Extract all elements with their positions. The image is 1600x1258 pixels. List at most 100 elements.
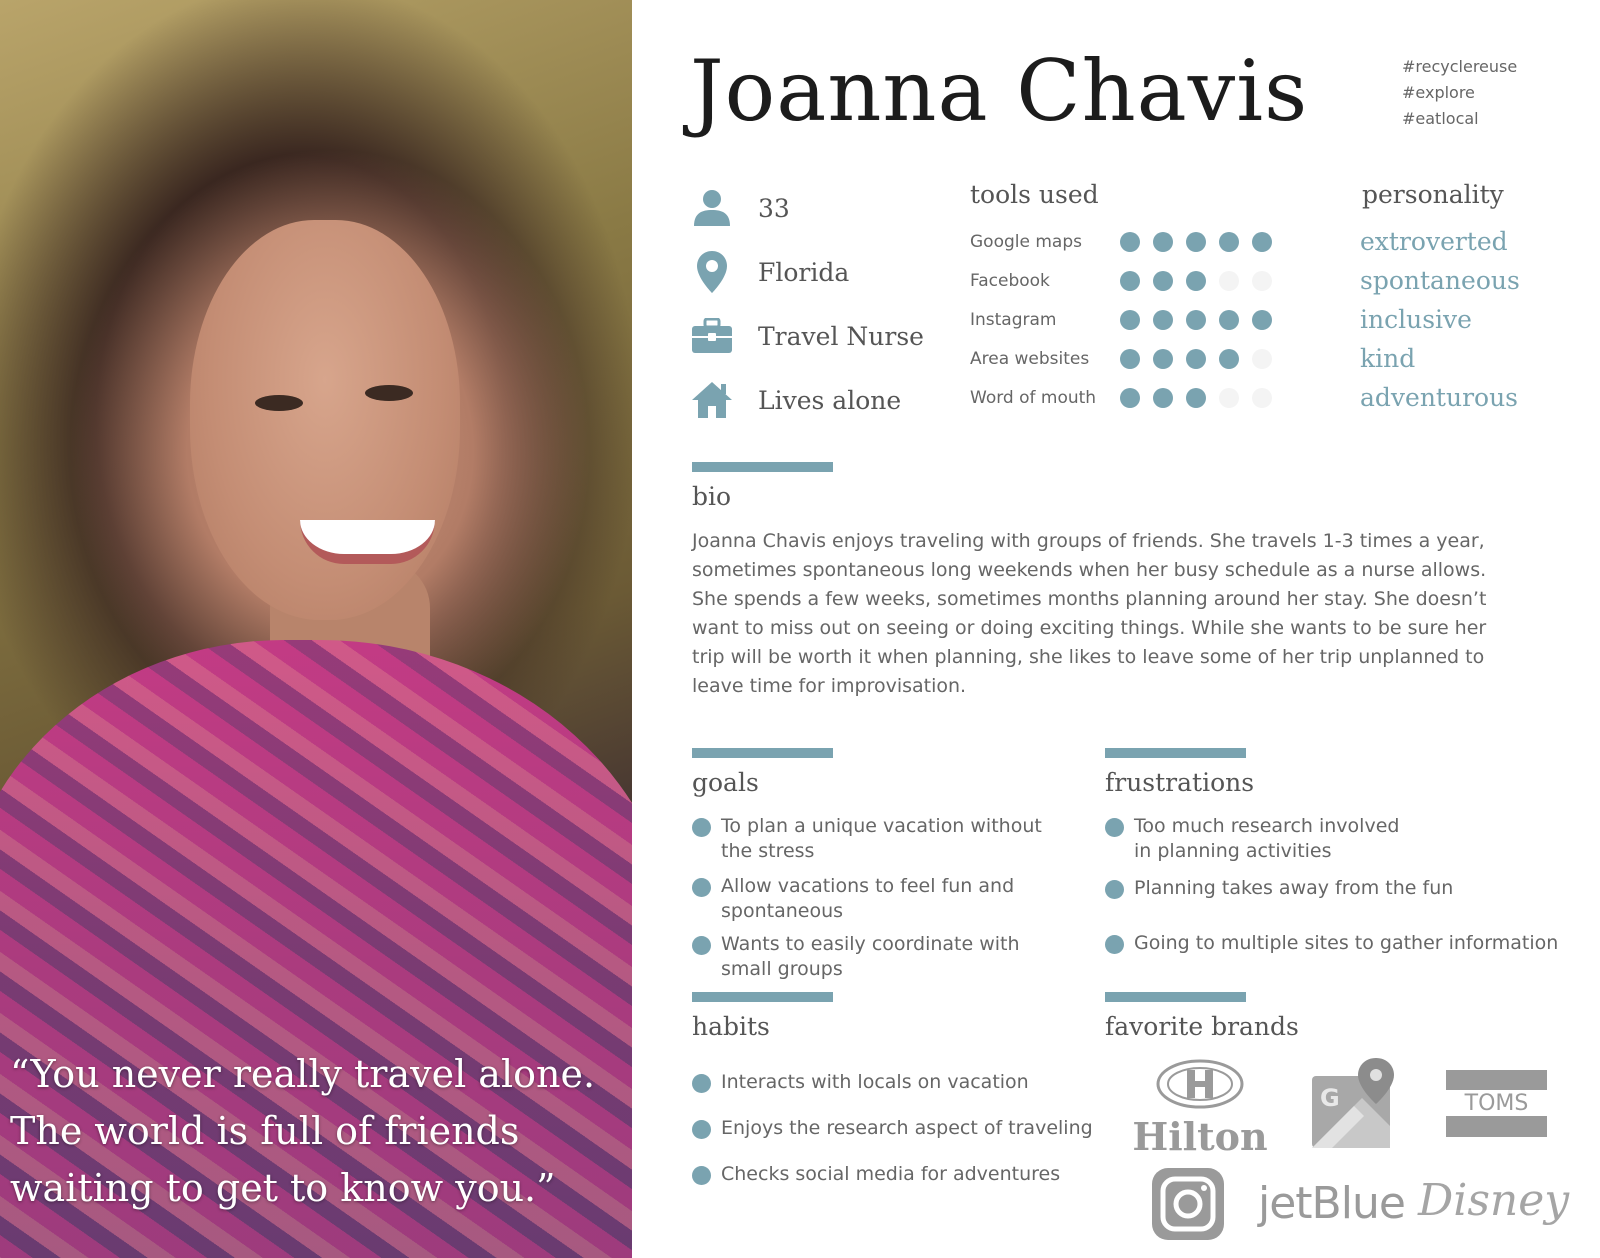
tool-row: Word of mouth [970,378,1285,417]
frustration-item: Too much research involved in planning a… [1105,814,1415,864]
personality-trait: extroverted [1360,227,1508,256]
brands-divider [1105,992,1246,1002]
rating-dot-filled [1219,309,1239,330]
rating-dot-filled [1186,348,1206,369]
hashtag: #eatlocal [1402,109,1479,128]
age-value: 33 [758,193,790,223]
goal-item: To plan a unique vacation without the st… [692,814,1072,864]
persona-name: Joanna Chavis [690,42,1309,140]
frustrations-title: frustrations [1105,768,1255,797]
rating-dot-filled [1120,309,1140,330]
frustration-item: Going to multiple sites to gather inform… [1105,931,1575,956]
rating-dot-filled [1186,387,1206,408]
goals-list: To plan a unique vacation without the st… [692,814,1072,982]
hilton-emblem-icon [1156,1059,1244,1109]
tool-name: Word of mouth [970,387,1097,408]
rating-dot-empty [1252,387,1272,408]
location-pin-icon [690,250,734,294]
demographics-list: 33 Florida Travel Nurse Lives alone [690,176,924,432]
tool-row: Area websites [970,339,1285,378]
rating-dot-filled [1252,231,1272,252]
instagram-icon [1152,1168,1224,1240]
goal-item: Allow vacations to feel fun and spontane… [692,874,1072,924]
rating-dot-filled [1219,348,1239,369]
rating-dot-filled [1120,348,1140,369]
rating-dot-filled [1153,387,1173,408]
occupation-value: Travel Nurse [758,321,924,351]
household-value: Lives alone [758,385,902,415]
jetblue-wordmark: jetBlue [1258,1178,1406,1229]
habit-item: Checks social media for adventures [692,1162,1112,1187]
tools-title: tools used [970,180,1099,209]
goals-divider [692,748,833,758]
person-icon [690,186,734,230]
rating-dot-filled [1120,387,1140,408]
tool-rating [1120,348,1285,369]
personality-trait: adventurous [1360,383,1519,412]
personality-trait: spontaneous [1360,266,1520,295]
rating-dot-filled [1252,309,1272,330]
hashtag-list: #recyclereuse #explore #eatlocal [1402,54,1517,132]
tool-name: Area websites [970,348,1090,369]
goals-title: goals [692,768,759,797]
home-icon [690,378,734,422]
tool-row: Facebook [970,261,1285,300]
bio-text: Joanna Chavis enjoys traveling with grou… [692,530,1487,697]
photo-eye-right [365,385,413,401]
brands-title: favorite brands [1105,1012,1299,1041]
personality-title: personality [1362,180,1504,209]
personality-trait: inclusive [1360,305,1472,334]
hashtag: #recyclereuse [1402,57,1518,76]
rating-dot-filled [1153,231,1173,252]
habits-title: habits [692,1012,770,1041]
rating-dot-filled [1153,309,1173,330]
rating-dot-filled [1219,231,1239,252]
tools-list: Google maps Facebook Instagram Area webs… [970,222,1285,417]
frustrations-list: Too much research involved in planning a… [1105,814,1575,956]
rating-dot-filled [1153,270,1173,291]
google-maps-icon: G [1312,1058,1394,1148]
rating-dot-filled [1153,348,1173,369]
bio-title: bio [692,482,732,511]
toms-wordmark: TOMS [1446,1090,1547,1116]
hashtag: #explore [1402,83,1475,102]
briefcase-icon [690,314,734,358]
frustration-item: Planning takes away from the fun [1105,876,1575,901]
rating-dot-empty [1219,270,1239,291]
persona-photo: “You never really travel alone. The worl… [0,0,632,1258]
bio-divider [692,462,833,472]
rating-dot-empty [1252,270,1272,291]
demographic-age: 33 [690,176,924,240]
tool-row: Google maps [970,222,1285,261]
tool-rating [1120,387,1285,408]
location-value: Florida [758,257,850,287]
photo-eye-left [255,395,303,411]
tool-rating [1120,270,1285,291]
rating-dot-empty [1252,348,1272,369]
rating-dot-empty [1219,387,1239,408]
hilton-logo: Hilton [1130,1058,1270,1159]
habits-divider [692,992,833,1002]
personality-list: extroverted spontaneous inclusive kind a… [1360,222,1520,417]
instagram-logo [1150,1166,1226,1246]
tool-rating [1120,309,1285,330]
google-maps-logo: G [1312,1058,1394,1152]
disney-wordmark: Disney [1418,1175,1570,1226]
svg-text:G: G [1320,1084,1340,1112]
habits-list: Interacts with locals on vacation Enjoys… [692,1070,1112,1187]
habit-item: Interacts with locals on vacation [692,1070,1112,1095]
tool-name: Google maps [970,231,1082,252]
rating-dot-filled [1120,270,1140,291]
hilton-wordmark: Hilton [1132,1114,1268,1159]
frustrations-divider [1105,748,1246,758]
tool-name: Instagram [970,309,1057,330]
rating-dot-filled [1186,270,1206,291]
goal-item: Wants to easily coordinate with small gr… [692,932,1072,982]
demographic-household: Lives alone [690,368,924,432]
rating-dot-filled [1186,309,1206,330]
tool-row: Instagram [970,300,1285,339]
tool-name: Facebook [970,270,1050,291]
demographic-occupation: Travel Nurse [690,304,924,368]
rating-dot-filled [1186,231,1206,252]
tool-rating [1120,231,1285,252]
